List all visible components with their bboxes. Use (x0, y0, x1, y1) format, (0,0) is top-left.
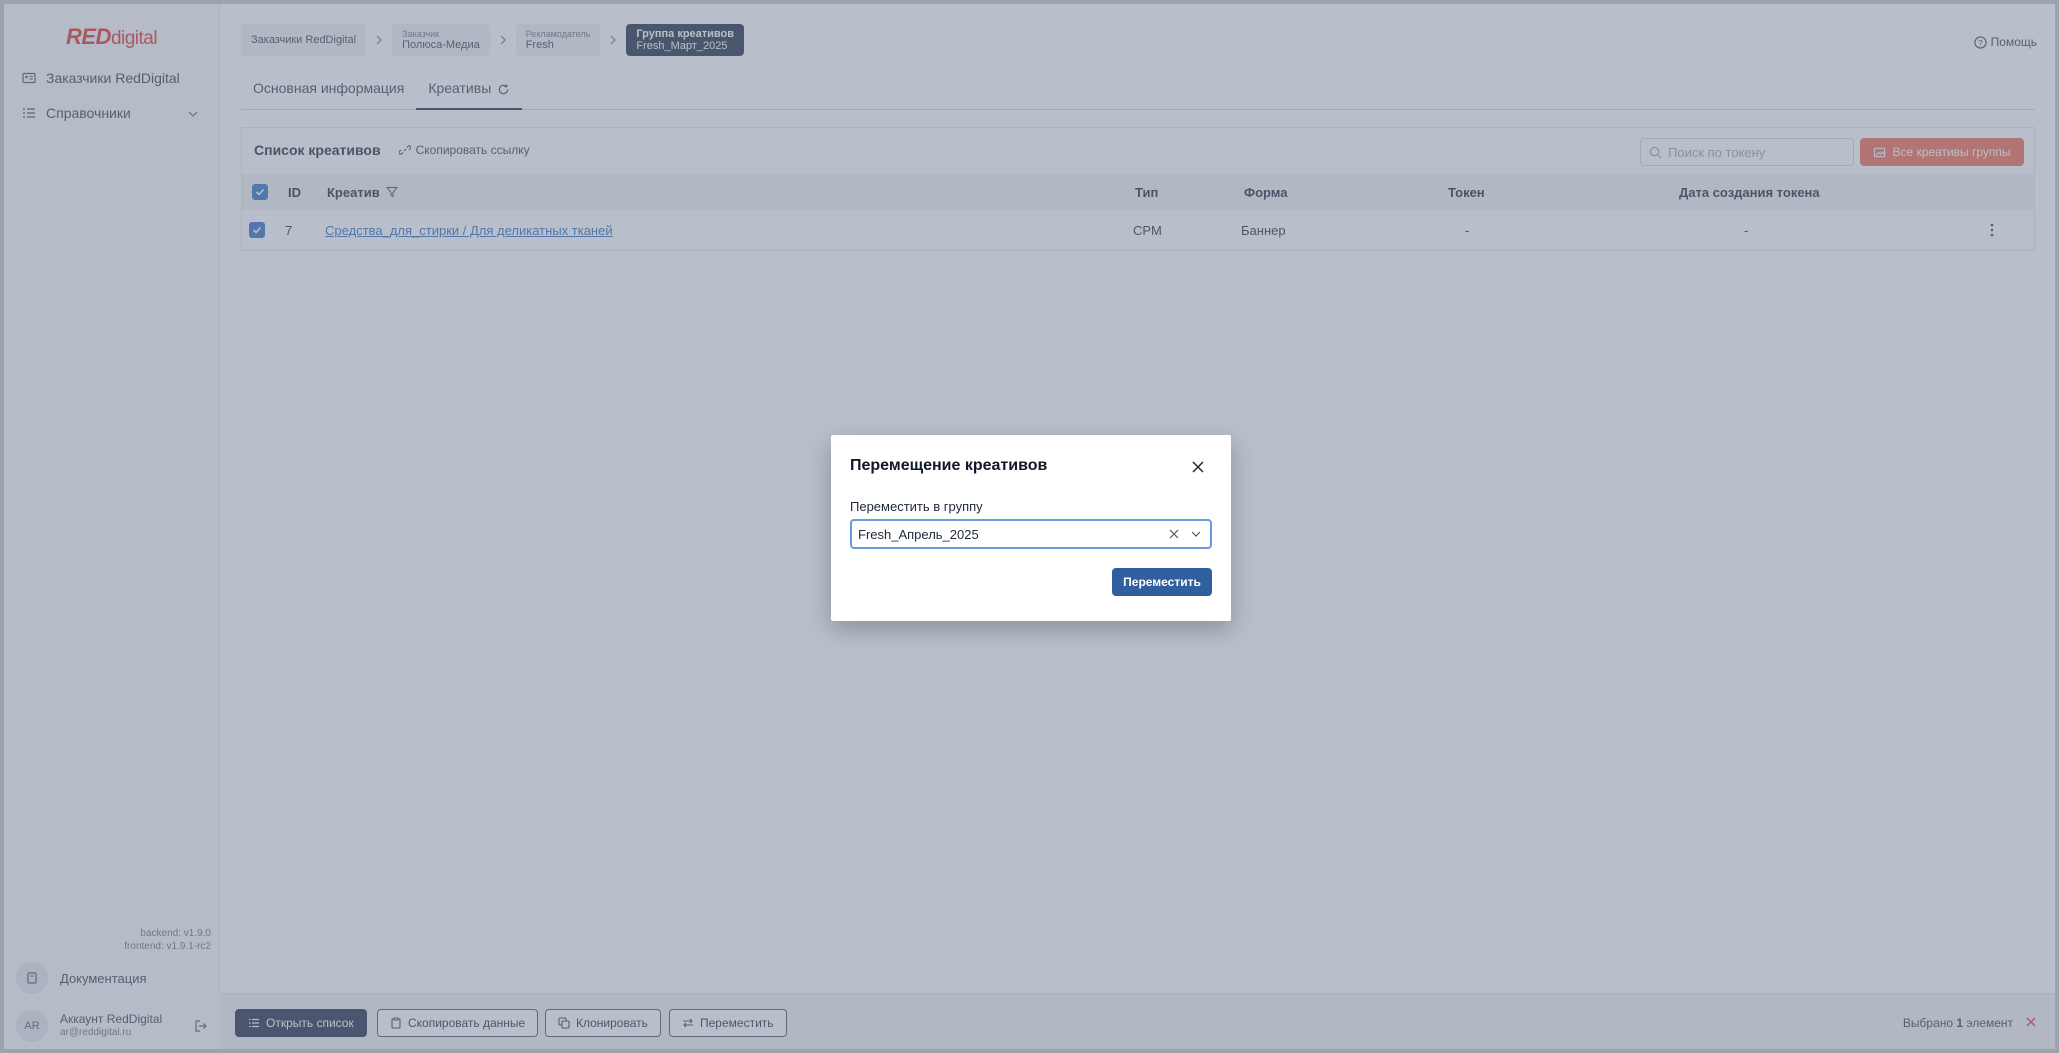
confirm-move-button[interactable]: Переместить (1112, 568, 1212, 596)
target-group-select[interactable]: Fresh_Апрель_2025 (850, 519, 1212, 549)
target-group-label: Переместить в группу (850, 499, 983, 514)
dialog-title: Перемещение креативов (850, 457, 1048, 474)
select-value: Fresh_Апрель_2025 (858, 526, 979, 542)
clear-icon[interactable] (1168, 528, 1180, 540)
chevron-down-icon[interactable] (1190, 528, 1202, 540)
close-icon[interactable] (1191, 460, 1205, 474)
move-creatives-dialog: Перемещение креативов Переместить в груп… (831, 435, 1231, 621)
